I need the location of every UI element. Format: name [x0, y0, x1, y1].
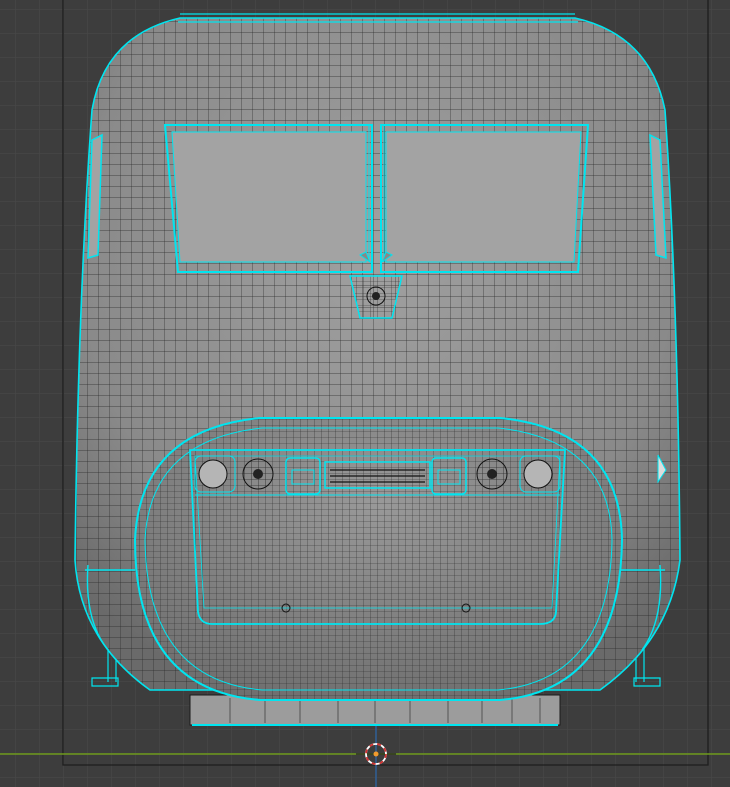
nose-section[interactable]: [133, 417, 624, 701]
3d-viewport[interactable]: [0, 0, 730, 787]
windshield-left-pane: [171, 131, 367, 263]
front-emblem[interactable]: [349, 275, 403, 319]
windshield-right-pane: [385, 131, 582, 263]
viewport-canvas[interactable]: [0, 0, 730, 787]
